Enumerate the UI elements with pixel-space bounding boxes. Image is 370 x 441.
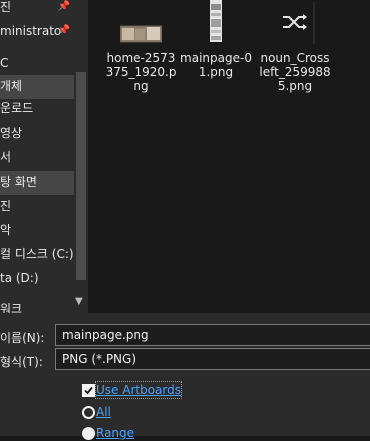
range-label: Range [96, 426, 135, 440]
file-name: mainpage-01.png [180, 51, 252, 79]
nav-item-music[interactable]: 악 [0, 219, 74, 243]
nav-item-network[interactable]: 워크 [0, 298, 74, 313]
filename-input[interactable]: mainpage.png [55, 324, 370, 346]
nav-item-documents[interactable]: 서 [0, 146, 74, 170]
nav-item-data-d[interactable]: ta (D:) [0, 267, 74, 291]
nav-item-label: 진 [0, 199, 12, 213]
all-label: All [96, 405, 111, 419]
nav-item-label: ta (D:) [0, 271, 39, 285]
all-radio[interactable]: All [82, 404, 122, 420]
image-thumbnail-icon [210, 0, 222, 42]
radio-icon [82, 427, 95, 440]
chevron-down-icon[interactable]: ▼ [75, 296, 83, 307]
file-item[interactable]: noun_Cross left_2599885.png [258, 0, 332, 93]
navigation-pane: 진 📌 ministrato 📌 C 개체 운로드 영상 서 탕 화면 진 악 … [0, 0, 88, 313]
filetype-label: 형식(T): [0, 355, 43, 369]
use-artboards-label: Use Artboards [95, 381, 182, 399]
filetype-select[interactable]: PNG (*.PNG) [55, 348, 370, 370]
nav-item-label: 운로드 [0, 101, 34, 115]
nav-item-label: 컬 디스크 (C:) [0, 247, 74, 261]
file-item[interactable]: home-2573375_1920.png [104, 0, 178, 93]
pin-icon: 📌 [57, 1, 70, 12]
nav-item-label: 탕 화면 [0, 175, 37, 189]
nav-item-label: 워크 [0, 302, 23, 313]
nav-item-pc[interactable]: C [0, 52, 74, 76]
nav-item-downloads[interactable]: 운로드 [0, 97, 74, 121]
nav-item-label: 서 [0, 150, 12, 164]
scrollbar-thumb[interactable] [76, 72, 86, 280]
nav-item-label: 영상 [0, 126, 23, 140]
sidebar-scrollbar[interactable]: ▼ [74, 0, 88, 313]
checkbox-checked-icon [82, 384, 95, 397]
nav-item-pictures[interactable]: 진 📌 [0, 0, 74, 20]
file-list: home-2573375_1920.png mainpage-01.png no… [88, 0, 370, 313]
use-artboards-checkbox[interactable]: Use Artboards [82, 381, 192, 399]
nav-item-label: C [0, 56, 9, 70]
nav-item-videos[interactable]: 영상 [0, 122, 74, 146]
file-name: noun_Cross left_2599885.png [259, 51, 331, 93]
save-options-panel: 이름(N): mainpage.png 형식(T): PNG (*.PNG) U… [0, 313, 370, 440]
nav-item-pictures-2[interactable]: 진 [0, 195, 74, 219]
pin-icon: 📌 [57, 25, 70, 36]
filename-label: 이름(N): [0, 331, 45, 345]
nav-item-administrator[interactable]: ministrato 📌 [0, 20, 74, 44]
file-item[interactable]: mainpage-01.png [179, 0, 253, 79]
nav-item-local-disk-c[interactable]: 컬 디스크 (C:) [0, 243, 74, 267]
nav-item-label: ministrato [0, 24, 62, 38]
nav-item-desktop[interactable]: 탕 화면 [0, 171, 74, 195]
file-name: home-2573375_1920.png [105, 51, 177, 93]
shuffle-icon [273, 0, 317, 44]
radio-selected-icon [82, 406, 95, 419]
nav-item-label: 악 [0, 223, 12, 237]
image-thumbnail-icon [119, 25, 163, 43]
nav-item-label: 개체 [0, 79, 23, 93]
nav-item-label: 진 [0, 0, 12, 14]
nav-item-3d-objects[interactable]: 개체 [0, 75, 74, 99]
range-radio[interactable]: Range [82, 425, 142, 441]
